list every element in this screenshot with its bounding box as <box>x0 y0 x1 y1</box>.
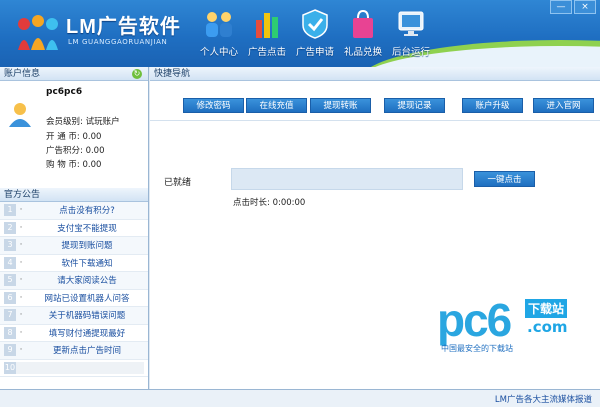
notice-link[interactable]: 更新点击广告时间 <box>26 344 148 356</box>
main-panel: 快捷导航 修改密码 在线充值 提现转账 提现记录 账户升级 进入官网 已就绪 一… <box>150 67 600 389</box>
item-number: 10 <box>4 361 16 374</box>
nav-label: 个人中心 <box>199 47 238 58</box>
item-number: 2 <box>4 221 16 234</box>
list-item[interactable]: 7 · 关于机器码错误问题 <box>0 307 148 325</box>
change-password-button[interactable]: 修改密码 <box>183 98 244 113</box>
notice-link[interactable]: 网站已设置机器人问答 <box>26 292 148 304</box>
bullet: · <box>19 222 23 233</box>
list-item[interactable]: 3 · 提现到账问题 <box>0 237 148 255</box>
notice-link[interactable]: 支付宝不能提现 <box>26 222 148 234</box>
watermark-download: 下载站 <box>525 299 568 318</box>
notice-link[interactable]: 提现到账问题 <box>26 239 148 251</box>
nav-ad-apply[interactable]: 广告申请 <box>291 6 339 62</box>
one-click-button[interactable]: 一键点击 <box>474 171 535 187</box>
list-item[interactable]: 2 · 支付宝不能提现 <box>0 220 148 237</box>
item-number: 1 <box>4 204 16 217</box>
nav-ad-click[interactable]: 广告点击 <box>243 6 291 62</box>
notice-link[interactable]: 关于机器码错误问题 <box>26 309 148 321</box>
quick-nav-title: 快捷导航 <box>150 67 600 81</box>
username: pc6pc6 <box>46 87 83 97</box>
notice-link[interactable]: 点击没有积分? <box>26 204 148 216</box>
bullet: · <box>19 205 23 216</box>
bullet: · <box>19 257 23 268</box>
nav-label: 广告点击 <box>247 47 286 58</box>
bar-chart-icon <box>256 13 278 38</box>
nav-label: 广告申请 <box>295 47 334 58</box>
media-reports-link[interactable]: LM广告各大主流媒体报道 <box>495 393 592 405</box>
footer: LM广告各大主流媒体报道 <box>0 389 600 407</box>
ad-points: 广告积分: 0.00 <box>46 146 105 156</box>
logo-people-icon <box>18 15 58 50</box>
nav-label: 礼品兑换 <box>343 47 382 58</box>
item-number: 4 <box>4 256 16 269</box>
list-item[interactable]: 8 · 填写财付通提现最好 <box>0 325 148 342</box>
notice-title-text: 官方公告 <box>4 190 41 200</box>
list-item[interactable]: 4 · 软件下载通知 <box>0 255 148 272</box>
account-title-text: 账户信息 <box>4 69 41 79</box>
bullet: · <box>19 345 23 356</box>
status-label: 已就绪 <box>164 178 192 188</box>
close-button[interactable]: × <box>574 0 596 14</box>
open-coins: 开 通 币: 0.00 <box>46 132 102 142</box>
avatar-icon <box>9 103 31 127</box>
window-controls: — × <box>550 0 596 14</box>
nav-background-run[interactable]: 后台运行 <box>387 6 435 62</box>
bullet: · <box>19 275 23 286</box>
bullet: · <box>19 327 23 338</box>
account-upgrade-button[interactable]: 账户升级 <box>462 98 523 113</box>
refresh-icon[interactable]: ↻ <box>132 69 142 79</box>
enter-website-button[interactable]: 进入官网 <box>533 98 594 113</box>
item-number: 5 <box>4 274 16 287</box>
watermark-slogan: 中国最安全的下载站 <box>441 344 513 353</box>
list-item[interactable]: 6 · 网站已设置机器人问答 <box>0 290 148 307</box>
account-panel-title: 账户信息 ↻ <box>0 67 148 81</box>
online-recharge-button[interactable]: 在线充值 <box>246 98 307 113</box>
minimize-button[interactable]: — <box>550 0 572 14</box>
app-title: LM广告软件 <box>66 16 181 38</box>
bullet: · <box>19 292 23 303</box>
item-number: 3 <box>4 239 16 252</box>
shop-coins: 购 物 币: 0.00 <box>46 160 102 170</box>
account-info: pc6pc6 会员级别: 试玩账户 开 通 币: 0.00 广告积分: 0.00… <box>0 81 148 188</box>
quick-nav-bar: 修改密码 在线充值 提现转账 提现记录 账户升级 进入官网 <box>150 81 600 121</box>
notice-link[interactable]: 请大家阅读公告 <box>26 274 148 286</box>
nav-label: 后台运行 <box>391 47 430 58</box>
notice-panel-title: 官方公告 <box>0 188 148 202</box>
item-number: 7 <box>4 309 16 322</box>
member-level: 会员级别: 试玩账户 <box>46 117 120 127</box>
shopping-bag-icon <box>353 9 373 38</box>
bullet: · <box>19 240 23 251</box>
bullet: · <box>19 310 23 321</box>
status-display <box>231 168 463 190</box>
list-item[interactable]: 5 · 请大家阅读公告 <box>0 272 148 290</box>
shield-check-icon <box>302 9 328 39</box>
notice-link[interactable]: 填写财付通提现最好 <box>26 327 148 339</box>
click-duration: 点击时长: 0:00:00 <box>233 198 306 208</box>
nav-personal-center[interactable]: 个人中心 <box>195 6 243 62</box>
pc6-watermark: pc6 下载站 .com 中国最安全的下载站 <box>437 297 587 357</box>
watermark-brand: pc6 <box>437 294 512 346</box>
notice-link <box>16 361 144 374</box>
notice-link[interactable]: 软件下载通知 <box>26 257 148 269</box>
nav-gift-exchange[interactable]: 礼品兑换 <box>339 6 387 62</box>
withdraw-transfer-button[interactable]: 提现转账 <box>310 98 371 113</box>
withdraw-records-button[interactable]: 提现记录 <box>384 98 445 113</box>
left-panel: 账户信息 ↻ pc6pc6 会员级别: 试玩账户 开 通 币: 0.00 广告积… <box>0 67 149 389</box>
list-item: 10 <box>0 360 148 377</box>
top-nav: 个人中心 广告点击 广告申请 礼品兑换 后台运行 <box>195 6 435 62</box>
header: LM广告软件 LM GUANGGAORUANJIAN 个人中心 广告点击 广告申… <box>0 0 600 67</box>
watermark-domain: .com <box>527 318 568 336</box>
item-number: 8 <box>4 326 16 339</box>
item-number: 6 <box>4 291 16 304</box>
item-number: 9 <box>4 344 16 357</box>
list-item[interactable]: 1 · 点击没有积分? <box>0 202 148 220</box>
people-icon <box>206 12 232 37</box>
notice-list: 1 · 点击没有积分? 2 · 支付宝不能提现 3 · 提现到账问题 4 · 软件下载通知 5 ·… <box>0 202 148 377</box>
quick-nav-title-text: 快捷导航 <box>154 69 191 79</box>
app-subtitle: LM GUANGGAORUANJIAN <box>68 38 168 46</box>
list-item[interactable]: 9 · 更新点击广告时间 <box>0 342 148 360</box>
monitor-icon <box>398 11 424 36</box>
